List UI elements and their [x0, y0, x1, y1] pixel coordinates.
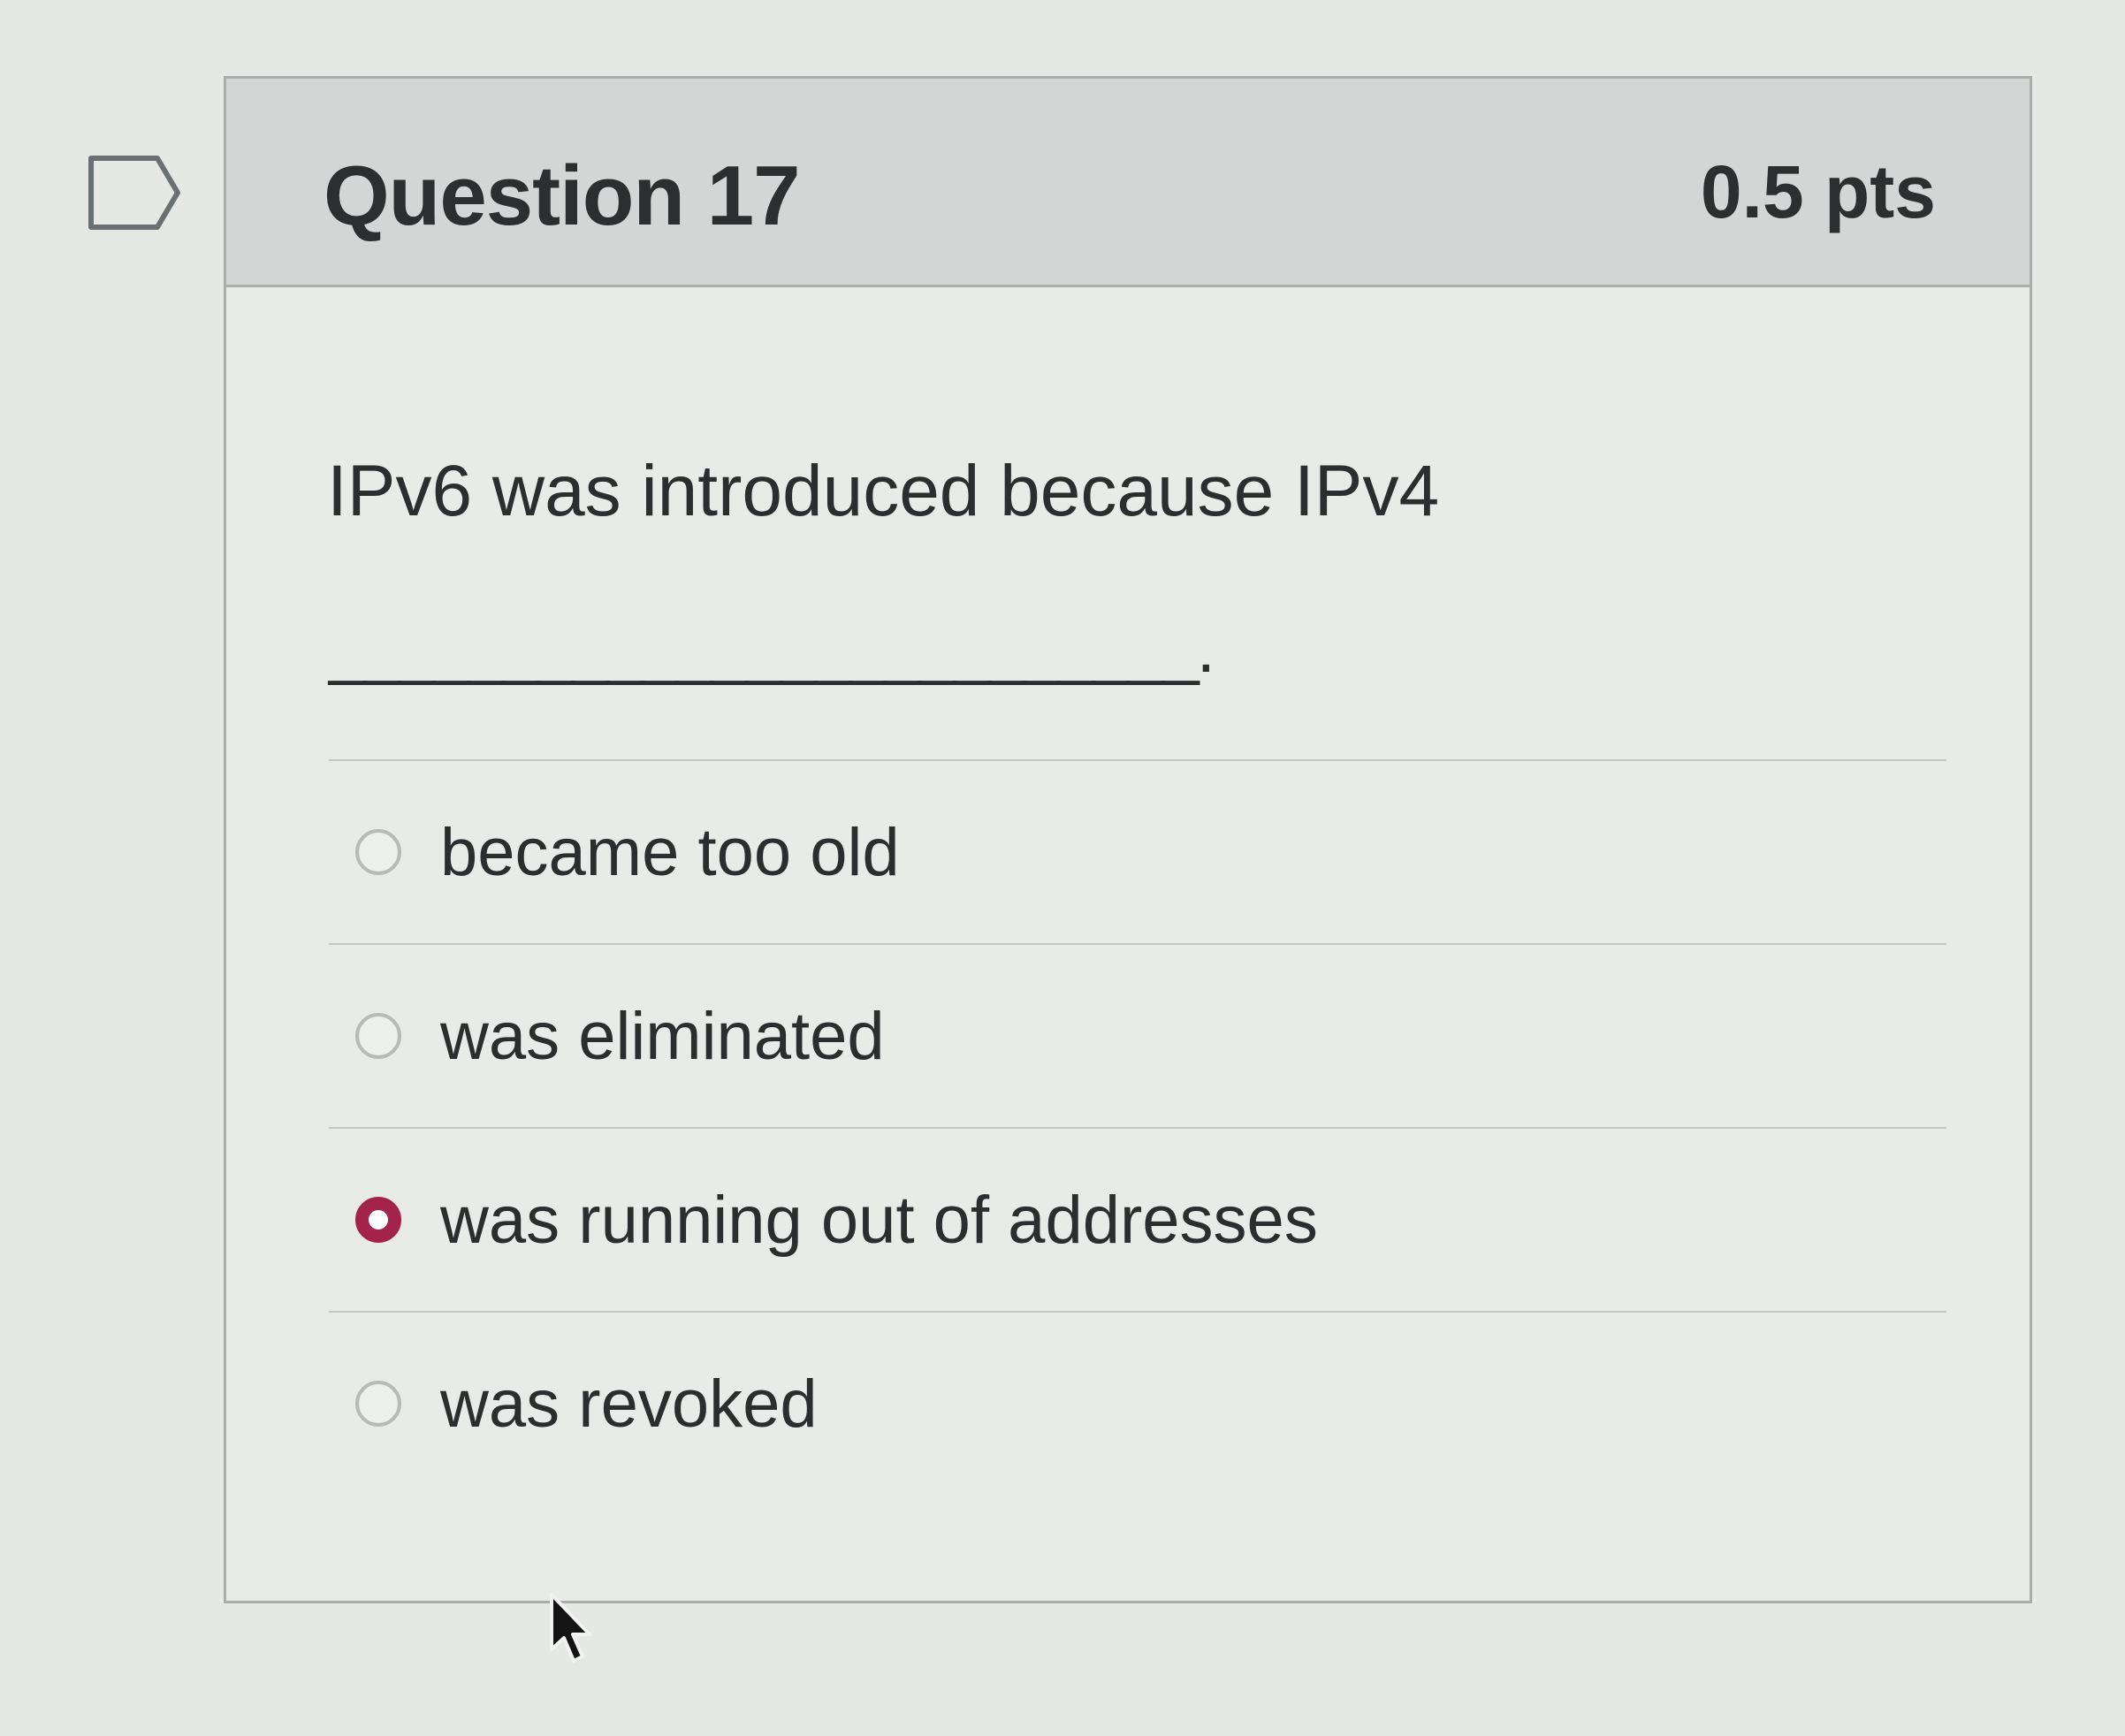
answer-option-was-eliminated[interactable]: was eliminated	[329, 945, 1946, 1127]
answer-option-running-out-of-addresses[interactable]: was running out of addresses	[329, 1129, 1946, 1311]
mouse-pointer-icon	[550, 1593, 591, 1663]
radio-button-selected[interactable]	[355, 1197, 401, 1243]
radio-button[interactable]	[355, 1381, 401, 1427]
answer-label: was revoked	[440, 1366, 818, 1442]
answer-blank: _________________________.	[329, 612, 1215, 687]
question-header: Question 17 0.5 pts	[226, 79, 2030, 287]
question-card: Question 17 0.5 pts IPv6 was introduced …	[224, 76, 2032, 1603]
answer-label: became too old	[440, 814, 900, 890]
answer-label: was running out of addresses	[440, 1182, 1318, 1258]
question-title: Question 17	[324, 148, 800, 243]
answer-list: became too old was eliminated was runnin…	[329, 759, 1946, 1495]
answer-option-became-too-old[interactable]: became too old	[329, 761, 1946, 943]
radio-button[interactable]	[355, 1013, 401, 1059]
flag-question-icon[interactable]	[87, 154, 182, 232]
radio-button[interactable]	[355, 829, 401, 875]
question-text: IPv6 was introduced because IPv4	[327, 451, 1440, 531]
answer-option-was-revoked[interactable]: was revoked	[329, 1313, 1946, 1495]
question-points: 0.5 pts	[1700, 150, 1936, 233]
answer-label: was eliminated	[440, 998, 885, 1074]
